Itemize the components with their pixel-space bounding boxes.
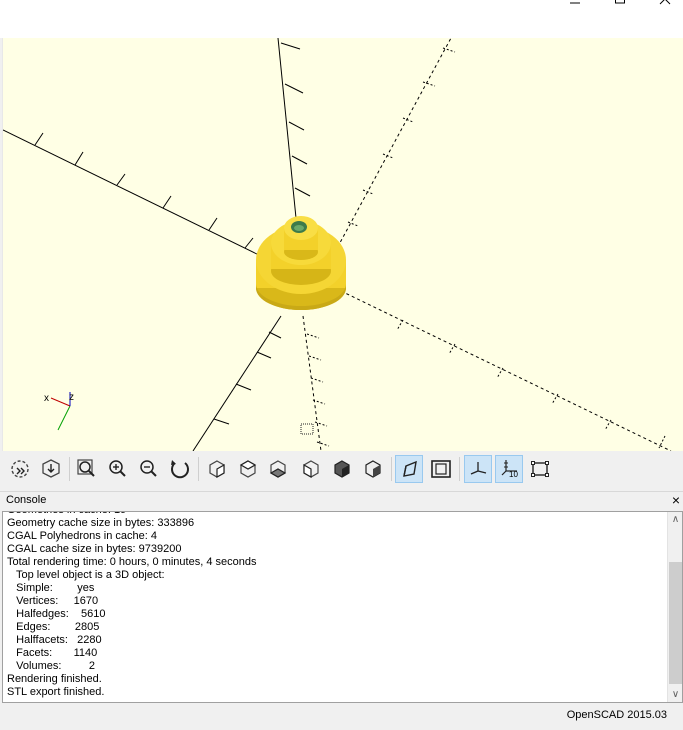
console-line: Edges: 2805 — [7, 621, 100, 633]
view-toolbar: 10 — [0, 452, 683, 486]
title-bar — [0, 0, 683, 38]
reset-view-icon — [171, 460, 189, 479]
view-top-icon — [239, 460, 257, 478]
preview-icon — [11, 460, 29, 478]
axis-x-label: x — [44, 393, 49, 404]
ticks-y — [280, 42, 311, 225]
reset-view-button[interactable] — [166, 455, 194, 483]
close-icon — [659, 0, 671, 5]
console-line: CGAL cache size in bytes: 9739200 — [7, 543, 182, 555]
axis-indicator: x z — [44, 392, 74, 431]
scale-label — [300, 423, 314, 435]
console-scrollbar[interactable]: ∧ ∨ — [667, 512, 682, 702]
console-line: Halffacets: 2280 — [7, 634, 102, 646]
perspective-icon — [403, 460, 417, 477]
console-line: Top level object is a 3D object: — [7, 569, 165, 581]
console-line: Simple: yes — [7, 582, 95, 594]
console-line: Volumes: 2 — [7, 660, 96, 672]
view-right-icon — [209, 460, 225, 479]
console-line: Geometry cache size in bytes: 333896 — [7, 517, 195, 529]
ticks-dashed — [306, 47, 666, 449]
console-line: Halfedges: 5610 — [7, 608, 106, 620]
perspective-button[interactable] — [395, 455, 423, 483]
view-bottom-button[interactable] — [264, 455, 292, 483]
view-all-button[interactable] — [73, 455, 101, 483]
console-title: Console — [6, 494, 47, 506]
console-close-button[interactable]: × — [672, 492, 680, 508]
axis-dashed-right — [340, 290, 672, 451]
axis-x-negative — [3, 129, 266, 259]
console-line: Total rendering time: 0 hours, 0 minutes… — [7, 556, 257, 568]
orthogonal-button[interactable] — [427, 455, 455, 483]
view-front-icon — [334, 460, 350, 478]
render-icon — [42, 459, 60, 478]
console-line: Vertices: 1670 — [7, 595, 99, 607]
scroll-down-arrow[interactable]: ∨ — [668, 687, 682, 702]
view-back-icon — [365, 460, 381, 478]
version-label: OpenSCAD 2015.03 — [566, 709, 667, 721]
status-bar: OpenSCAD 2015.03 — [0, 704, 683, 730]
show-axes-button[interactable] — [464, 455, 492, 483]
view-left-icon — [303, 460, 319, 479]
ticks-x — [34, 132, 254, 249]
minimize-icon — [570, 2, 580, 4]
axis-z-label: z — [69, 392, 74, 403]
toolbar-separator — [459, 457, 460, 481]
scale-markers-label: 10 — [509, 470, 518, 479]
view-front-button[interactable] — [328, 455, 356, 483]
console-line: STL export finished. — [7, 686, 105, 698]
zoom-out-button[interactable] — [135, 455, 163, 483]
close-window-button[interactable] — [641, 0, 683, 10]
console-output[interactable]: Geometries in cache: 19Geometry cache si… — [2, 511, 683, 703]
scroll-up-arrow[interactable]: ∧ — [668, 512, 682, 527]
zoom-all-icon — [77, 459, 95, 477]
console-line: Rendering finished. — [7, 673, 102, 685]
zoom-in-button[interactable] — [104, 455, 132, 483]
axis-dashed-upper — [328, 38, 452, 264]
rendered-object — [256, 216, 346, 310]
axis-dashed-lower — [302, 315, 322, 451]
render-button[interactable] — [37, 455, 65, 483]
openscad-window: x z 10 Console × Geometry cache size in … — [0, 0, 683, 730]
toolbar-separator — [391, 457, 392, 481]
axis-y-positive — [277, 38, 300, 249]
toolbar-separator — [69, 457, 70, 481]
preview-button[interactable] — [6, 455, 34, 483]
show-edges-button[interactable] — [526, 455, 554, 483]
view-bottom-icon — [269, 460, 287, 478]
zoom-out-icon — [140, 460, 157, 477]
scroll-thumb[interactable] — [669, 562, 682, 684]
view-left-button[interactable] — [297, 455, 325, 483]
console-header: Console × — [0, 491, 683, 510]
view-right-button[interactable] — [203, 455, 231, 483]
toolbar-separator — [198, 457, 199, 481]
maximize-button[interactable] — [596, 0, 642, 10]
console-line: Facets: 1140 — [7, 647, 98, 659]
console-lines: Geometries in cache: 19Geometry cache si… — [7, 512, 667, 699]
minimize-button[interactable] — [551, 0, 597, 10]
orthogonal-icon — [431, 460, 451, 478]
zoom-in-icon — [109, 460, 126, 477]
console-line: CGAL Polyhedrons in cache: 4 — [7, 530, 158, 542]
view-top-button[interactable] — [234, 455, 262, 483]
3d-scene: x z — [3, 38, 672, 451]
view-back-button[interactable] — [359, 455, 387, 483]
axes-icon — [470, 462, 487, 475]
edges-icon — [531, 461, 549, 477]
show-scale-markers-button[interactable]: 10 — [495, 455, 523, 483]
axis-z-negative — [192, 315, 282, 451]
3d-viewport[interactable]: x z — [2, 38, 683, 451]
ticks-z — [213, 331, 282, 425]
maximize-icon — [615, 0, 625, 4]
